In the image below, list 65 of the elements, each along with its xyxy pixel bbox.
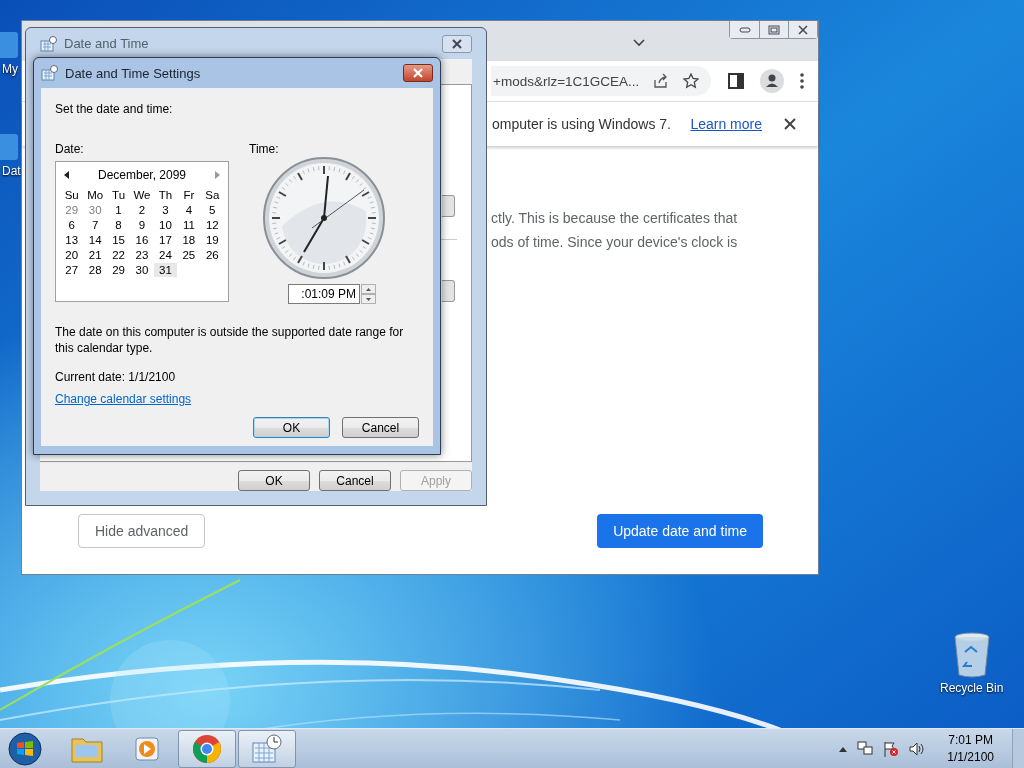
calendar-day[interactable]: 3	[153, 203, 178, 217]
instruction-text: Set the date and time:	[55, 102, 174, 116]
address-bar[interactable]: +mods&rlz=1C1GCEA...	[491, 66, 712, 96]
dialog-button[interactable]: OK	[238, 470, 310, 491]
calendar-day[interactable]: 25	[177, 248, 201, 262]
learn-more-link[interactable]: Learn more	[690, 116, 762, 132]
calendar-day[interactable]: 31	[153, 263, 178, 277]
calendar-day[interactable]: 9	[130, 218, 154, 232]
calendar-day[interactable]: 27	[60, 263, 84, 277]
infobar-message: omputer is using Windows 7.	[492, 116, 671, 132]
dialog-button[interactable]: Cancel	[342, 417, 419, 438]
calendar-day[interactable]: 23	[130, 248, 154, 262]
date-label: Date:	[55, 142, 85, 156]
calendar-day[interactable]: 17	[153, 233, 178, 247]
weekday-label: Sa	[204, 188, 221, 202]
calendar-day[interactable]: 11	[177, 218, 201, 232]
desktop-icon-label: Recycle Bin	[940, 681, 1004, 695]
calendar-day[interactable]: 8	[106, 218, 131, 232]
calendar-day[interactable]: 30	[130, 263, 154, 277]
calendar-day[interactable]: 6	[60, 218, 84, 232]
dialog-button[interactable]: Cancel	[319, 470, 391, 491]
weekday-label: Mo	[86, 188, 105, 202]
calendar-day[interactable]: 12	[200, 218, 224, 232]
weekday-label: Tu	[111, 188, 127, 202]
calendar-day[interactable]: 14	[83, 233, 107, 247]
time-label: Time:	[249, 142, 279, 156]
window-title: Date and Time	[64, 36, 150, 51]
calendar-month-title[interactable]: December, 2099	[97, 168, 187, 182]
update-date-button[interactable]: Update date and time	[597, 514, 763, 548]
calendar-day[interactable]: 19	[200, 233, 224, 247]
warning-message: The date on this computer is outside the supported date range for this calendar type.	[55, 324, 405, 356]
body-text: ods of time. Since your device's clock is	[491, 233, 739, 252]
change-calendar-settings-link[interactable]: Change calendar settings	[55, 392, 192, 406]
calendar-day[interactable]: 30	[83, 203, 107, 217]
taskbar-clock[interactable]: 7:01 PM 1/1/2100	[947, 732, 994, 766]
calendar-day[interactable]: 22	[106, 248, 131, 262]
weekday-label: Su	[63, 188, 80, 202]
weekday-label: Fr	[182, 188, 196, 202]
hide-advanced-button[interactable]: Hide advanced	[78, 514, 206, 548]
calendar-day[interactable]: 15	[106, 233, 131, 247]
current-date-text: Current date: 1/1/2100	[55, 370, 177, 384]
calendar-day[interactable]: 16	[130, 233, 154, 247]
calendar-day[interactable]: 4	[177, 203, 201, 217]
calendar-day[interactable]: 7	[83, 218, 107, 232]
calendar-day[interactable]: 29	[106, 263, 131, 277]
calendar-day[interactable]: 20	[60, 248, 84, 262]
calendar-day[interactable]: 5	[200, 203, 224, 217]
desktop-icon-label: My	[2, 62, 18, 76]
dialog-title: Date and Time Settings	[65, 65, 202, 81]
desktop-icon-label: Dat	[2, 164, 21, 178]
calendar-day[interactable]: 18	[177, 233, 201, 247]
calendar-day[interactable]: 13	[60, 233, 84, 247]
calendar-day[interactable]: 21	[83, 248, 107, 262]
calendar-day[interactable]: 26	[200, 248, 224, 262]
body-text: ctly. This is because the certificates that	[491, 209, 739, 228]
weekday-label: Th	[157, 188, 174, 202]
weekday-label: We	[132, 188, 152, 202]
calendar-day[interactable]: 2	[130, 203, 154, 217]
time-field[interactable]: :01:09 PM	[288, 284, 360, 304]
calendar-day[interactable]: 10	[153, 218, 178, 232]
calendar-day[interactable]: 29	[60, 203, 84, 217]
calendar-day[interactable]: 28	[83, 263, 107, 277]
calendar-day[interactable]: 1	[106, 203, 131, 217]
calendar-day[interactable]: 24	[153, 248, 178, 262]
dialog-button[interactable]: OK	[253, 417, 330, 438]
